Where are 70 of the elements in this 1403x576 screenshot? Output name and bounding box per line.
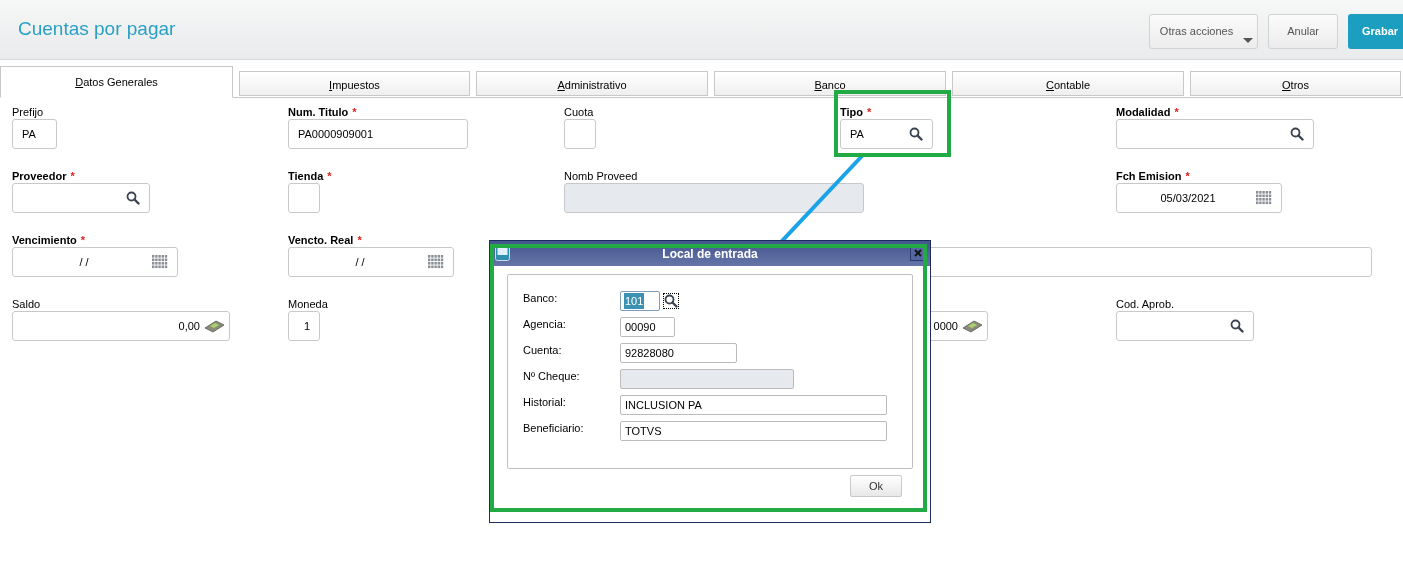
search-icon[interactable]	[909, 127, 923, 141]
required-mark: *	[357, 232, 362, 248]
input-field[interactable]	[620, 369, 794, 389]
calendar-icon[interactable]	[1256, 191, 1272, 205]
tab[interactable]: Administrativo	[476, 71, 708, 96]
field-label: Prefijo	[12, 104, 44, 120]
field-label: Banco:	[523, 290, 559, 306]
input-field[interactable]: TOTVS	[620, 421, 887, 441]
ok-button[interactable]: Ok	[850, 475, 902, 497]
field-label: Modalidad	[1116, 104, 1171, 120]
input-field[interactable]: / /	[12, 247, 178, 277]
required-mark: *	[867, 104, 872, 120]
field-label: Beneficiario:	[523, 420, 585, 436]
page-title: Cuentas por pagar	[18, 17, 176, 42]
field-label: Tienda	[288, 168, 324, 184]
search-icon[interactable]	[1290, 127, 1304, 141]
input-field[interactable]	[12, 183, 150, 213]
search-icon[interactable]	[126, 191, 140, 205]
input-field[interactable]: / /	[288, 247, 454, 277]
field-label: Tipo	[840, 104, 863, 120]
input-field[interactable]	[1116, 311, 1254, 341]
input-field[interactable]: 00090	[620, 317, 675, 337]
required-mark: *	[352, 104, 357, 120]
required-mark: *	[327, 168, 332, 184]
field-label: Nomb Proveed	[564, 168, 638, 184]
input-field[interactable]: PA	[12, 119, 57, 149]
cancel-button[interactable]: Anular	[1268, 14, 1338, 49]
search-icon[interactable]	[663, 293, 679, 309]
field-label: Cuenta:	[523, 342, 563, 358]
input-field[interactable]: 1	[288, 311, 320, 341]
field-label: Vencto. Real	[288, 232, 354, 248]
required-mark: *	[1185, 168, 1190, 184]
field-label: Cuota	[564, 104, 594, 120]
calendar-icon[interactable]	[152, 255, 168, 269]
field-label: Moneda	[288, 296, 328, 312]
calculator-icon[interactable]	[961, 319, 983, 333]
field-label: Fch Emision	[1116, 168, 1182, 184]
actions-menu-button[interactable]: Otras acciones	[1148, 14, 1259, 49]
calculator-icon[interactable]	[203, 319, 225, 333]
required-mark: *	[1174, 104, 1179, 120]
input-field[interactable]: PA0000909001	[288, 119, 468, 149]
required-mark: *	[70, 168, 75, 184]
search-icon[interactable]	[1230, 319, 1244, 333]
input-field[interactable]	[1116, 119, 1314, 149]
tab[interactable]: Impuestos	[239, 71, 470, 96]
input-field[interactable]: 92828080	[620, 343, 737, 363]
field-label: Nº Cheque:	[523, 368, 581, 384]
input-field[interactable]	[288, 183, 320, 213]
input-field[interactable]	[564, 119, 596, 149]
field-label: Saldo	[12, 296, 41, 312]
dialog-title: Local de entrada	[661, 245, 759, 263]
field-label: Agencia:	[523, 316, 567, 332]
calendar-icon[interactable]	[428, 255, 444, 269]
field-label: Cod. Aprob.	[1116, 296, 1175, 312]
input-field[interactable]: INCLUSION PA	[620, 395, 887, 415]
tab[interactable]: Datos Generales	[0, 66, 233, 98]
input-field[interactable]: 0,00	[12, 311, 230, 341]
tab[interactable]: Contable	[952, 71, 1184, 96]
tab[interactable]: Otros	[1190, 71, 1401, 96]
input-field[interactable]: 05/03/2021	[1116, 183, 1282, 213]
field-label: Proveedor	[12, 168, 67, 184]
input-field[interactable]: PA	[840, 119, 933, 149]
field-label: Vencimiento	[12, 232, 77, 248]
required-mark: *	[80, 232, 86, 248]
field-label: Num. Titulo	[288, 104, 349, 120]
tab[interactable]: Banco	[714, 71, 946, 96]
field-label: Historial:	[523, 394, 567, 410]
input-field[interactable]	[564, 183, 864, 213]
caret-icon	[1243, 38, 1254, 43]
input-field[interactable]: 101	[620, 291, 660, 311]
